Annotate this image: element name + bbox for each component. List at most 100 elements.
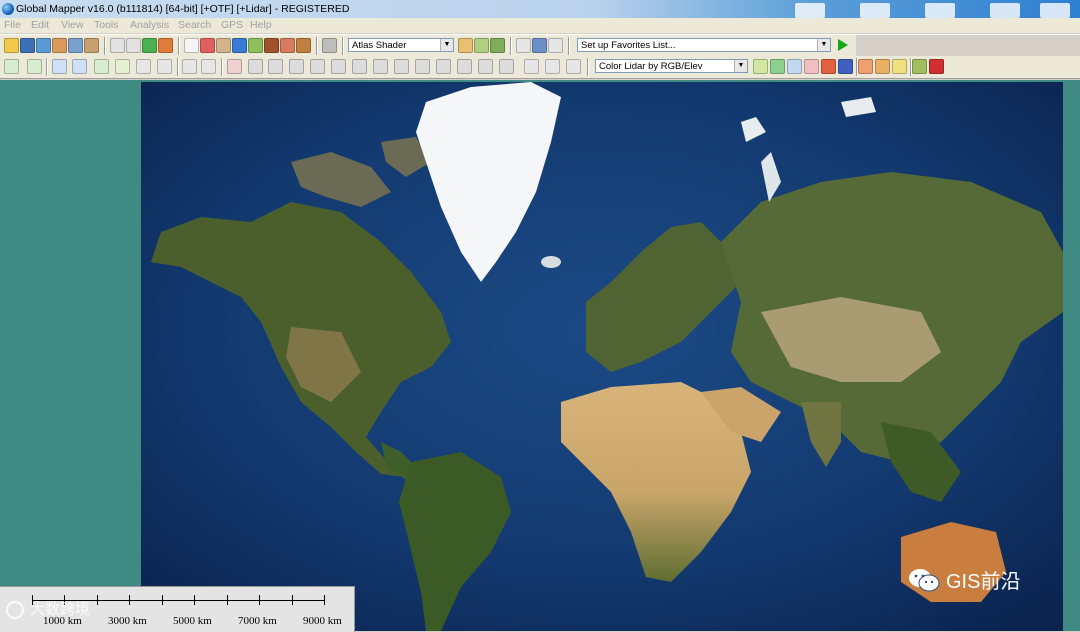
lidar-grid-icon[interactable] bbox=[157, 59, 172, 74]
menu-analysis[interactable]: Analysis bbox=[130, 19, 169, 31]
terrain-icon[interactable] bbox=[858, 59, 873, 74]
scale-label: 5000 km bbox=[173, 615, 212, 627]
spatial-op-icon[interactable] bbox=[912, 59, 927, 74]
draw-tool-icon[interactable] bbox=[248, 59, 263, 74]
crosshair-icon[interactable] bbox=[548, 38, 563, 53]
tools-icon[interactable] bbox=[84, 38, 99, 53]
create-line-icon[interactable] bbox=[27, 59, 42, 74]
menu-bar: File Edit View Tools Analysis Search GPS… bbox=[0, 18, 1080, 33]
config-icon[interactable] bbox=[68, 38, 83, 53]
save-icon[interactable] bbox=[20, 38, 35, 53]
draw-tool-icon[interactable] bbox=[373, 59, 388, 74]
run-favorite-icon[interactable] bbox=[838, 39, 848, 51]
lidar-view-icon[interactable] bbox=[770, 59, 785, 74]
lidar-filter-icon[interactable] bbox=[52, 59, 67, 74]
shader-config-icon[interactable] bbox=[458, 38, 473, 53]
lidar-view-icon[interactable] bbox=[787, 59, 802, 74]
menu-file[interactable]: File bbox=[4, 19, 21, 31]
scale-tick bbox=[292, 595, 293, 605]
lidar-classify-icon[interactable] bbox=[72, 59, 87, 74]
next-view-icon[interactable] bbox=[532, 38, 547, 53]
full-view-icon[interactable] bbox=[142, 38, 157, 53]
globe-open-icon[interactable] bbox=[36, 38, 51, 53]
terrain-icon[interactable] bbox=[875, 59, 890, 74]
draw-tool-icon[interactable] bbox=[499, 59, 514, 74]
pen-icon[interactable] bbox=[227, 59, 242, 74]
draw-tool-icon[interactable] bbox=[457, 59, 472, 74]
lidar-building-icon[interactable] bbox=[136, 59, 151, 74]
zoom-in-icon[interactable] bbox=[110, 38, 125, 53]
digitizer-toolbar: Color Lidar by RGB/Elev ▼ bbox=[0, 56, 1080, 79]
menu-tools[interactable]: Tools bbox=[94, 19, 119, 31]
previous-view-icon[interactable] bbox=[516, 38, 531, 53]
chevron-down-icon[interactable]: ▼ bbox=[440, 39, 453, 51]
draw-tool-icon[interactable] bbox=[436, 59, 451, 74]
watermark-left: 大数跨境 bbox=[6, 598, 91, 620]
lidar-view-icon[interactable] bbox=[753, 59, 768, 74]
draw-tool-icon[interactable] bbox=[352, 59, 367, 74]
lidar-color-select[interactable]: Color Lidar by RGB/Elev ▼ bbox=[595, 59, 748, 73]
separator bbox=[178, 37, 179, 55]
open-folder-icon[interactable] bbox=[4, 38, 19, 53]
lighting-icon[interactable] bbox=[474, 38, 489, 53]
draw-tool-icon[interactable] bbox=[478, 59, 493, 74]
iceland bbox=[541, 256, 561, 268]
menu-help[interactable]: Help bbox=[250, 19, 272, 31]
draw-tool-icon[interactable] bbox=[331, 59, 346, 74]
lidar-view-icon[interactable] bbox=[804, 59, 819, 74]
lidar-edit-icon[interactable] bbox=[94, 59, 109, 74]
draw-tool-icon[interactable] bbox=[310, 59, 325, 74]
separator bbox=[342, 37, 343, 55]
rotate-icon[interactable] bbox=[566, 59, 581, 74]
chevron-down-icon[interactable]: ▼ bbox=[817, 39, 830, 51]
split-icon[interactable] bbox=[201, 59, 216, 74]
lidar-view-icon[interactable] bbox=[821, 59, 836, 74]
grid-icon[interactable] bbox=[929, 59, 944, 74]
overlay-control-icon[interactable] bbox=[52, 38, 67, 53]
watermark-right-text: GIS前沿 bbox=[946, 571, 1021, 593]
measure-icon[interactable] bbox=[216, 38, 231, 53]
separator bbox=[910, 58, 911, 76]
menu-edit[interactable]: Edit bbox=[31, 19, 49, 31]
desktop-icon bbox=[1040, 3, 1070, 18]
path-profile-icon[interactable] bbox=[264, 38, 279, 53]
menu-view[interactable]: View bbox=[61, 19, 84, 31]
map-view[interactable] bbox=[141, 82, 1063, 631]
watermark-left-text: 大数跨境 bbox=[30, 601, 91, 618]
3d-view-icon[interactable] bbox=[322, 38, 337, 53]
select-icon[interactable] bbox=[184, 38, 199, 53]
create-area-icon[interactable] bbox=[4, 59, 19, 74]
path-icon[interactable] bbox=[182, 59, 197, 74]
globe-icon bbox=[2, 3, 14, 15]
main-toolbar: Atlas Shader ▼ Set up Favorites List... … bbox=[0, 34, 1080, 57]
pan-icon[interactable] bbox=[200, 38, 215, 53]
lidar-view-icon[interactable] bbox=[838, 59, 853, 74]
menu-search[interactable]: Search bbox=[178, 19, 211, 31]
chevron-down-icon[interactable]: ▼ bbox=[734, 60, 747, 72]
separator bbox=[587, 58, 588, 76]
scale-label: 7000 km bbox=[238, 615, 277, 627]
zoom-out-icon[interactable] bbox=[126, 38, 141, 53]
redo-icon[interactable] bbox=[545, 59, 560, 74]
watermark-right: GIS前沿 bbox=[908, 565, 1020, 599]
terrain-icon[interactable] bbox=[892, 59, 907, 74]
scale-tick bbox=[97, 595, 98, 605]
scale-tick bbox=[259, 595, 260, 605]
undo-icon[interactable] bbox=[524, 59, 539, 74]
draw-tool-icon[interactable] bbox=[289, 59, 304, 74]
digitizer-icon[interactable] bbox=[248, 38, 263, 53]
3d-path-icon[interactable] bbox=[296, 38, 311, 53]
home-icon[interactable] bbox=[158, 38, 173, 53]
info-icon[interactable] bbox=[232, 38, 247, 53]
lidar-ground-icon[interactable] bbox=[115, 59, 130, 74]
draw-tool-icon[interactable] bbox=[394, 59, 409, 74]
favorites-select-value: Set up Favorites List... bbox=[581, 40, 676, 51]
shader-select[interactable]: Atlas Shader ▼ bbox=[348, 38, 454, 52]
vertical-exag-icon[interactable] bbox=[490, 38, 505, 53]
view-shed-icon[interactable] bbox=[280, 38, 295, 53]
draw-tool-icon[interactable] bbox=[268, 59, 283, 74]
favorites-select[interactable]: Set up Favorites List... ▼ bbox=[577, 38, 831, 52]
menu-gps[interactable]: GPS bbox=[221, 19, 243, 31]
draw-tool-icon[interactable] bbox=[415, 59, 430, 74]
title-bar: Global Mapper v16.0 (b111814) [64-bit] [… bbox=[0, 0, 1080, 18]
